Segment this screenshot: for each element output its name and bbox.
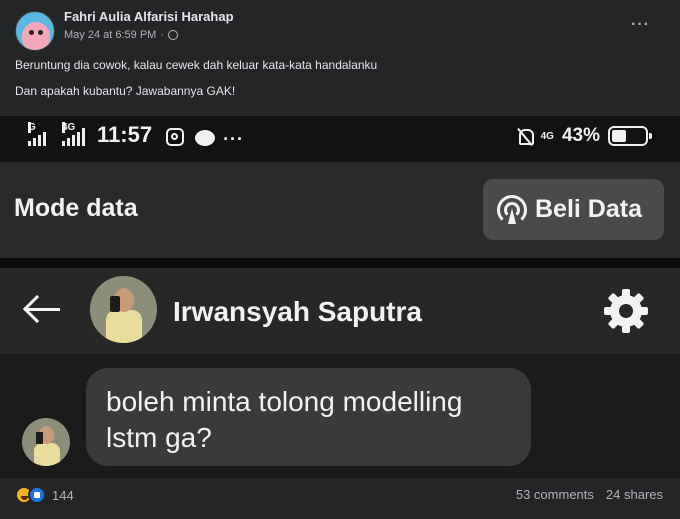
mode-data-label: Mode data [14, 194, 138, 222]
shares-count[interactable]: 24 shares [606, 487, 663, 502]
sender-avatar [22, 418, 70, 466]
meta-separator: · [160, 29, 164, 41]
chat-body: boleh minta tolong modelling lstm ga? [0, 354, 680, 478]
post-text-line-2: Dan apakah kubantu? Jawabannya GAK! [15, 84, 236, 98]
sim2-label: 4G [62, 122, 76, 133]
battery-percent: 43% [561, 125, 600, 146]
author-avatar[interactable] [15, 11, 55, 51]
sim1-label: G [28, 122, 36, 133]
attached-screenshot-image[interactable]: G 4G 11:57 ··· 4G 43% Mode data Beli Dat… [0, 116, 680, 478]
bell-off-icon [517, 127, 534, 145]
more-options-icon[interactable]: ··· [631, 16, 650, 34]
back-arrow-icon[interactable] [22, 294, 64, 325]
contact-avatar[interactable] [90, 276, 157, 343]
battery-icon [608, 126, 652, 146]
more-notifications-icon: ··· [223, 129, 245, 149]
signal-sim1-icon: G [28, 122, 46, 146]
contact-name[interactable]: Irwansyah Saputra [173, 296, 422, 328]
globe-icon [168, 30, 178, 40]
beli-data-button[interactable]: Beli Data [483, 179, 664, 240]
broadcast-icon [497, 194, 527, 225]
phone-status-bar: G 4G 11:57 ··· 4G 43% [0, 116, 680, 162]
author-name[interactable]: Fahri Aulia Alfarisi Harahap [64, 9, 234, 24]
status-time: 11:57 [97, 122, 153, 147]
post-footer: 144 53 comments 24 shares [0, 478, 680, 519]
network-type: 4G [540, 130, 554, 142]
post-text-line-1: Beruntung dia cowok, kalau cewek dah kel… [15, 58, 378, 72]
post-header: Fahri Aulia Alfarisi Harahap May 24 at 6… [0, 0, 680, 116]
reaction-count: 144 [52, 487, 74, 503]
signal-sim2-icon: 4G [62, 122, 85, 146]
beli-data-label: Beli Data [535, 195, 642, 223]
mode-data-bar: Mode data Beli Data [0, 162, 680, 258]
divider [0, 258, 680, 268]
instagram-icon [166, 128, 185, 146]
message-bubble[interactable]: boleh minta tolong modelling lstm ga? [86, 368, 531, 466]
like-reaction-icon [28, 486, 46, 504]
comments-count[interactable]: 53 comments [516, 487, 594, 502]
post-meta: May 24 at 6:59 PM · [64, 29, 178, 41]
gear-icon[interactable] [604, 289, 648, 333]
chat-bubble-icon [195, 130, 216, 146]
post-stats: 53 comments 24 shares [516, 487, 663, 502]
post-date[interactable]: May 24 at 6:59 PM [64, 29, 156, 41]
reactions-summary[interactable]: 144 [15, 486, 74, 504]
chat-header: Irwansyah Saputra [0, 268, 680, 354]
